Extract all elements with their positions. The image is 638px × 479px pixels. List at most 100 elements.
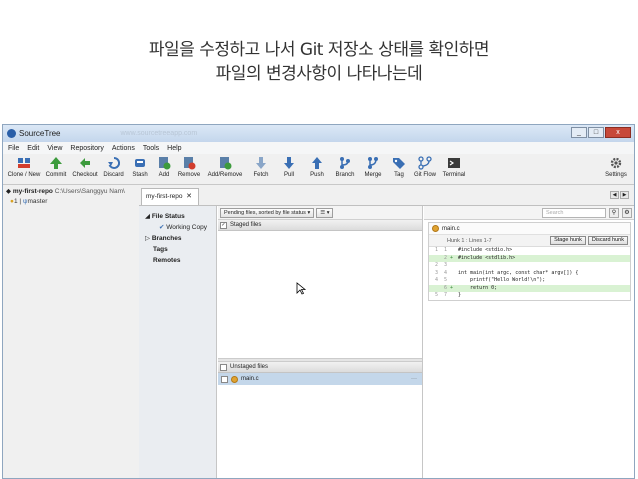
line-text: #include <stdio.h> <box>458 247 513 253</box>
file-checkbox[interactable] <box>221 375 228 383</box>
staged-checkbox[interactable]: ✓ <box>220 221 227 229</box>
staged-files-list <box>218 231 422 358</box>
sourcetree-app-icon <box>7 129 16 138</box>
repo-tabs-row: ◆ my-first-repo C:\Users\Sanggyu Nam\ ●1… <box>3 185 634 205</box>
git-flow-button[interactable]: Git Flow <box>411 154 439 185</box>
code-lines: 1 1 #include <stdio.h> 2 + #include <stdlib.h… <box>429 247 630 300</box>
sidebar-working-copy[interactable]: ✔ Working Copy <box>139 222 216 233</box>
repo-content: ◢ File Status ✔ Working Copy ▷ Branches … <box>139 205 634 478</box>
gear-icon[interactable]: ⚙ <box>622 207 632 218</box>
maximize-button[interactable]: □ <box>588 127 604 138</box>
more-options-icon[interactable]: ··· <box>411 376 417 382</box>
search-icon[interactable]: ⚲ <box>609 207 619 218</box>
remove-button[interactable]: Remove <box>175 154 203 185</box>
view-mode-dropdown[interactable]: ☰ ▾ <box>316 207 334 218</box>
close-tab-icon[interactable]: ✕ <box>186 192 192 200</box>
repo-path: C:\Users\Sanggyu Nam\ <box>54 188 125 195</box>
merge-button[interactable]: Merge <box>359 154 387 185</box>
push-button[interactable]: Push <box>303 154 331 185</box>
diff-line[interactable]: 23 <box>429 262 630 270</box>
menu-view[interactable]: View <box>47 145 62 152</box>
diff-line[interactable]: 6 + return 0; <box>429 284 630 292</box>
toolbar: Clone / New Commit Checkout Discard Stas… <box>3 154 634 185</box>
new-line-number: 1 <box>443 247 447 253</box>
old-line-number: 3 <box>434 269 438 276</box>
diff-line[interactable]: 3 4 int main(int argc, const char* argv[])… <box>429 270 630 278</box>
close-window-button[interactable]: x <box>605 127 631 138</box>
add-button[interactable]: Add <box>153 154 175 185</box>
line-text: #include <stdlib.h> <box>458 254 516 261</box>
tag-icon <box>393 158 405 169</box>
stage-hunk-button[interactable]: Stage hunk <box>550 236 586 245</box>
file-list-panel: Pending files, sorted by file status ▾ ☰… <box>218 206 423 478</box>
line-marker <box>447 247 456 255</box>
window-title: SourceTree <box>19 129 61 138</box>
line-marker <box>447 270 456 278</box>
menu-actions[interactable]: Actions <box>112 145 135 152</box>
menu-edit[interactable]: Edit <box>27 145 39 152</box>
diff-panel: Search ⚲ ⚙ main.c Hunk 1 : Lines 1-7 Sta… <box>424 206 634 478</box>
sidebar-branches[interactable]: ▷ Branches <box>139 233 216 244</box>
repo-name: my-first-repo <box>12 188 53 195</box>
push-icon <box>312 157 322 169</box>
line-marker <box>447 262 456 270</box>
discard-button[interactable]: Discard <box>100 154 127 185</box>
search-input[interactable]: Search <box>542 207 606 218</box>
menu-help[interactable]: Help <box>167 145 181 152</box>
discard-icon <box>107 156 120 169</box>
sidebar-tags[interactable]: Tags <box>139 244 216 255</box>
slide-title-line-2: 파일의 변경사항이 나타나는데 <box>215 64 423 84</box>
line-marker <box>447 292 456 300</box>
stash-icon <box>135 159 145 167</box>
minimize-button[interactable]: _ <box>571 127 587 138</box>
add-icon <box>159 157 171 170</box>
unstaged-checkbox[interactable] <box>220 363 227 371</box>
pull-icon <box>284 157 294 169</box>
line-text: printf("Hello World!\n"); <box>458 277 546 283</box>
staged-files-header: ✓ Staged files <box>218 220 422 231</box>
commit-button[interactable]: Commit <box>42 154 70 185</box>
clone-new-button[interactable]: Clone / New <box>6 154 42 185</box>
line-marker: + <box>449 284 453 291</box>
line-text: return 0; <box>458 284 498 291</box>
pull-button[interactable]: Pull <box>275 154 303 185</box>
expanded-triangle-icon: ◢ <box>145 213 152 220</box>
terminal-icon <box>448 158 460 168</box>
tab-my-first-repo[interactable]: my-first-repo ✕ <box>141 188 199 205</box>
add-remove-button[interactable]: Add/Remove <box>203 154 247 185</box>
tab-label: my-first-repo <box>146 193 183 200</box>
diff-line[interactable]: 1 1 #include <stdio.h> <box>429 247 630 255</box>
hunk-label: Hunk 1 : Lines 1-7 <box>447 237 492 244</box>
discard-hunk-button[interactable]: Discard hunk <box>587 236 628 245</box>
sidebar-file-status[interactable]: ◢ File Status <box>139 211 216 222</box>
branch-button[interactable]: Branch <box>331 154 359 185</box>
file-name: main.c <box>241 376 259 382</box>
sort-dropdown[interactable]: Pending files, sorted by file status ▾ <box>220 207 315 218</box>
sidebar-remotes[interactable]: Remotes <box>139 255 216 266</box>
menu-tools[interactable]: Tools <box>143 145 159 152</box>
chevron-right-icon[interactable]: ▶ <box>620 191 629 199</box>
old-line-number <box>429 255 438 263</box>
fetch-button[interactable]: Fetch <box>247 154 275 185</box>
menu-repository[interactable]: Repository <box>70 145 103 152</box>
remove-icon <box>184 157 196 170</box>
diff-line[interactable]: 5 7} <box>429 292 630 300</box>
new-line-number: 4 <box>443 269 447 276</box>
checkout-button[interactable]: Checkout <box>70 154 100 185</box>
modified-file-icon <box>432 225 439 232</box>
terminal-button[interactable]: Terminal <box>439 154 469 185</box>
commit-icon <box>50 157 62 169</box>
diff-view: main.c Hunk 1 : Lines 1-7 Stage hunk Dis… <box>428 222 631 301</box>
menu-file[interactable]: File <box>8 145 19 152</box>
new-line-number: 2 <box>443 254 447 261</box>
chevron-left-icon[interactable]: ◀ <box>610 191 619 199</box>
diff-line[interactable]: 45 printf("Hello World!\n"); <box>429 277 630 285</box>
old-line-number: 1 <box>434 247 438 253</box>
list-item[interactable]: main.c ··· <box>218 373 422 385</box>
repo-bookmark[interactable]: ◆ my-first-repo C:\Users\Sanggyu Nam\ ●1… <box>6 187 136 205</box>
tag-button[interactable]: Tag <box>387 154 411 185</box>
settings-button[interactable]: Settings <box>603 154 629 185</box>
repo-pending-count: 1 | <box>13 198 23 205</box>
stash-button[interactable]: Stash <box>127 154 153 185</box>
diff-line[interactable]: 2 + #include <stdlib.h> <box>429 254 630 263</box>
